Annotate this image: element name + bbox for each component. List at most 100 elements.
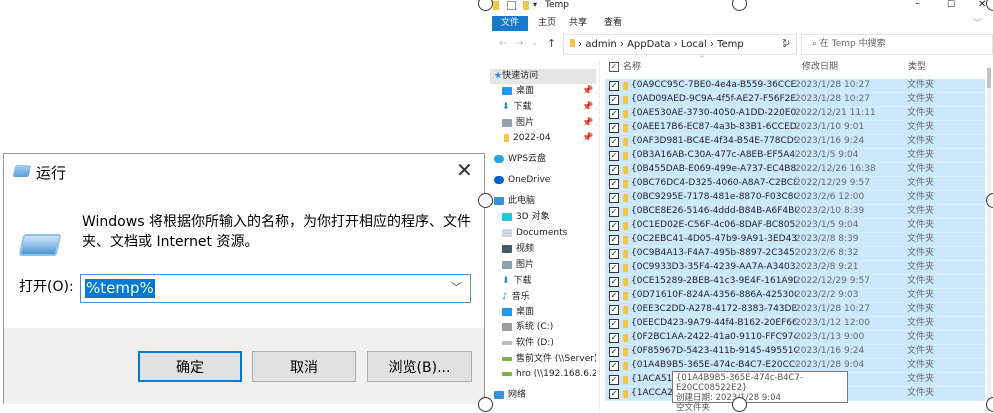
breadcrumb-item[interactable]: Local xyxy=(681,39,707,50)
row-checkbox[interactable]: ✓ xyxy=(609,333,619,343)
row-checkbox[interactable]: ✓ xyxy=(609,123,619,133)
nav-documents[interactable]: Documents xyxy=(490,226,596,241)
address-bar[interactable]: › admin › AppData › Local › Temp ⌄ xyxy=(563,34,797,55)
scrollbar-thumb[interactable] xyxy=(987,68,991,88)
file-row[interactable]: ✓ {0AE530AE-3730-4050-A1DD-220E0B38...202… xyxy=(605,107,985,121)
breadcrumb-item[interactable]: Temp xyxy=(717,39,744,50)
row-checkbox[interactable]: ✓ xyxy=(609,277,619,287)
row-checkbox[interactable]: ✓ xyxy=(609,249,619,259)
file-row[interactable]: ✓ {0AEE17B6-EC87-4a3b-83B1-6CCEDDA5...202… xyxy=(605,121,985,135)
maximize-button[interactable]: ☐ xyxy=(947,0,955,10)
chevron-down-icon[interactable]: ﹀ xyxy=(451,279,462,295)
nav-network-drive-server[interactable]: 售前文件 (\\Server) xyxy=(490,352,596,367)
file-row[interactable]: ✓ {0C2EBC41-4D05-47b9-9A91-3ED4386...2023… xyxy=(605,233,985,247)
row-checkbox[interactable]: ✓ xyxy=(609,81,619,91)
row-checkbox[interactable]: ✓ xyxy=(609,235,619,245)
ok-button[interactable]: 确定 xyxy=(138,351,242,382)
close-button[interactable]: ✕ xyxy=(456,158,473,182)
file-row[interactable]: ✓ {0C1ED02E-C56F-4c06-8DAF-BC805467...202… xyxy=(605,219,985,233)
resize-handle[interactable] xyxy=(478,193,493,208)
forward-button[interactable]: → xyxy=(515,38,523,49)
row-checkbox[interactable]: ✓ xyxy=(609,95,619,105)
row-checkbox[interactable]: ✓ xyxy=(609,375,619,385)
file-row[interactable]: ✓ {0EECD423-9A79-44f4-B162-20EF66649...20… xyxy=(605,317,985,331)
file-row[interactable]: ✓ {0AD09AED-9C9A-4f5f-AE27-F56F2E7B...202… xyxy=(605,93,985,107)
file-row[interactable]: ✓ {0BCE8E26-5146-4ddd-B84B-A6F4B61E...202… xyxy=(605,205,985,219)
row-checkbox[interactable]: ✓ xyxy=(609,179,619,189)
file-row[interactable]: ✓ {0EE3C2DD-A278-4172-8383-743DB89...2023… xyxy=(605,303,985,317)
row-checkbox[interactable]: ✓ xyxy=(609,389,619,399)
row-checkbox[interactable]: ✓ xyxy=(609,165,619,175)
nav-2022-04[interactable]: 2022-04 📌 xyxy=(490,131,596,146)
open-input[interactable]: %temp% ﹀ xyxy=(80,274,471,303)
file-row[interactable]: ✓ {0CE15289-2BEB-41c3-9E4F-161A9DDC...202… xyxy=(605,275,985,289)
nav-wps-cloud[interactable]: WPS云盘 xyxy=(490,152,596,167)
nav-pictures[interactable]: 图片 📌 xyxy=(490,116,596,131)
ribbon-expand-icon[interactable]: ﹀ xyxy=(973,16,982,29)
file-row[interactable]: ✓ {0C9933D3-35F4-4239-AA7A-A340361...2023… xyxy=(605,261,985,275)
column-type[interactable]: 类型 xyxy=(908,58,926,76)
nav-downloads[interactable]: ⬇ 下载 📌 xyxy=(490,100,596,115)
resize-handle[interactable] xyxy=(732,397,747,412)
back-button[interactable]: ← xyxy=(499,38,507,49)
column-date[interactable]: 修改日期 xyxy=(802,58,838,76)
resize-handle[interactable] xyxy=(478,397,493,412)
file-row[interactable]: ✓ {0F85967D-5423-411b-9145-49551CD0...202… xyxy=(605,345,985,359)
breadcrumb-item[interactable]: admin xyxy=(585,39,616,50)
file-row[interactable]: ✓ {0BC9295E-7178-481e-8870-F03C8C66...202… xyxy=(605,191,985,205)
nav-3d-objects[interactable]: 3D 对象 xyxy=(490,210,596,225)
nav-music[interactable]: ♪ 音乐 xyxy=(490,290,596,305)
file-row[interactable]: ✓ {0B3A16AB-C30A-477c-A8EB-EF5A4018...202… xyxy=(605,149,985,163)
row-checkbox[interactable]: ✓ xyxy=(609,263,619,273)
quick-access-dropdown-icon[interactable]: ▾ xyxy=(533,0,537,9)
refresh-button[interactable]: ↻ xyxy=(782,38,790,49)
column-name[interactable]: 名称 xyxy=(623,58,641,76)
breadcrumb-item[interactable]: AppData xyxy=(627,39,670,50)
nav-drive-c[interactable]: 系统 (C:) xyxy=(490,320,596,335)
nav-network[interactable]: 网络 xyxy=(490,388,596,403)
row-checkbox[interactable]: ✓ xyxy=(609,305,619,315)
row-checkbox[interactable]: ✓ xyxy=(609,193,619,203)
open-input-value[interactable]: %temp% xyxy=(85,279,155,298)
new-folder-icon[interactable] xyxy=(523,1,529,10)
nav-downloads-pc[interactable]: ⬇ 下载 xyxy=(490,274,596,289)
nav-quick-access[interactable]: ★快速访问 xyxy=(490,69,596,84)
select-all-checkbox[interactable]: ✓ xyxy=(609,58,619,76)
file-row[interactable]: ✓ {0A9CC95C-7BE0-4e4a-B559-36CCE666...202… xyxy=(605,79,985,93)
row-checkbox[interactable]: ✓ xyxy=(609,221,619,231)
row-checkbox[interactable]: ✓ xyxy=(609,291,619,301)
row-checkbox[interactable]: ✓ xyxy=(609,137,619,147)
file-row[interactable]: ✓ {0D71610F-824A-4356-886A-42530C77...202… xyxy=(605,289,985,303)
file-row[interactable]: ✓ {0AF3D981-BC4E-4f34-B54E-778CD9EF...202… xyxy=(605,135,985,149)
row-checkbox[interactable]: ✓ xyxy=(609,151,619,161)
file-row[interactable]: ✓ {0C9B4A13-F4A7-495b-8897-2C34551E...202… xyxy=(605,247,985,261)
tab-share[interactable]: 共享 xyxy=(562,16,594,31)
search-input[interactable]: ⌕ 在 Temp 中搜索 xyxy=(801,34,993,55)
nav-videos[interactable]: 视频 xyxy=(490,242,596,257)
minimize-button[interactable]: – xyxy=(915,0,920,9)
file-row[interactable]: ✓ {0BC76DC4-D325-4060-A8A7-C2BC8B1...2022… xyxy=(605,177,985,191)
tab-view[interactable]: 查看 xyxy=(597,16,629,31)
nav-desktop[interactable]: 桌面 📌 xyxy=(490,84,596,99)
file-row[interactable]: ✓ {0F2BC1AA-2422-41a0-9110-FFC97453...202… xyxy=(605,331,985,345)
nav-this-pc[interactable]: 此电脑 xyxy=(490,194,596,209)
up-button[interactable]: ↑ xyxy=(547,37,556,50)
nav-pictures-pc[interactable]: 图片 xyxy=(490,258,596,273)
row-checkbox[interactable]: ✓ xyxy=(609,361,619,371)
file-row[interactable]: ✓ {0B455DAB-E069-499e-A737-EC4B8736...202… xyxy=(605,163,985,177)
tab-file[interactable]: 文件 xyxy=(492,16,528,31)
scrollbar[interactable] xyxy=(987,66,991,411)
recent-dropdown-icon[interactable]: ⌄ xyxy=(531,38,538,47)
nav-desktop-pc[interactable]: 桌面 xyxy=(490,305,596,320)
row-checkbox[interactable]: ✓ xyxy=(609,319,619,329)
row-checkbox[interactable]: ✓ xyxy=(609,109,619,119)
row-checkbox[interactable]: ✓ xyxy=(609,347,619,357)
row-checkbox[interactable]: ✓ xyxy=(609,207,619,217)
nav-drive-d[interactable]: 软件 (D:) xyxy=(490,336,596,351)
tab-home[interactable]: 主页 xyxy=(531,16,563,31)
cancel-button[interactable]: 取消 xyxy=(252,351,356,382)
nav-network-drive-hro[interactable]: hro (\\192.168.6.2. xyxy=(490,367,596,382)
browse-button[interactable]: 浏览(B)... xyxy=(367,351,472,382)
properties-icon[interactable] xyxy=(507,1,516,10)
nav-onedrive[interactable]: OneDrive xyxy=(490,173,596,188)
